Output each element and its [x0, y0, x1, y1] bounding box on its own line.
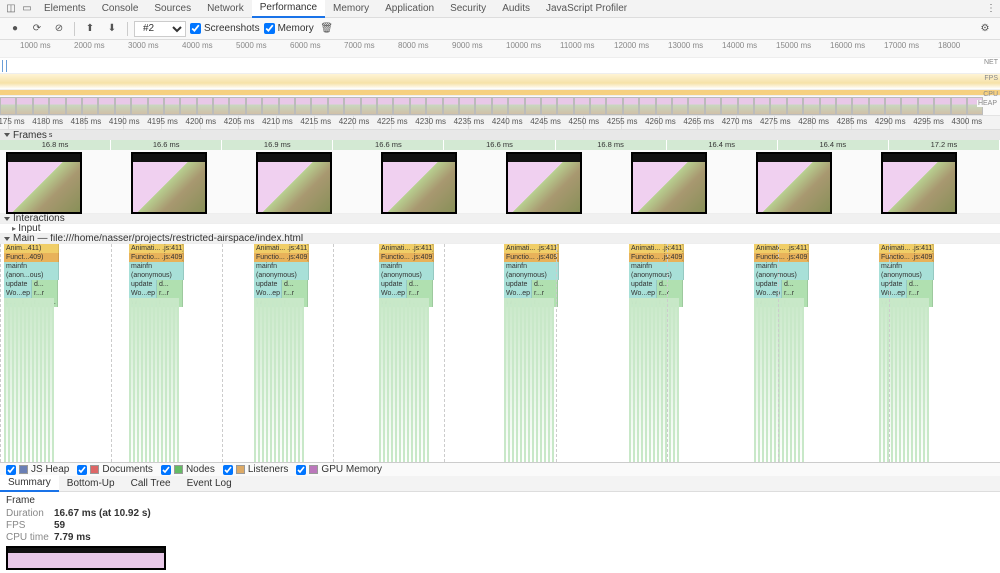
save-button[interactable]: ⬇ — [103, 20, 121, 38]
net-strip[interactable]: NET — [0, 58, 1000, 74]
devtools-tabs: ◫ ▭ Elements Console Sources Network Per… — [0, 0, 1000, 18]
legend-listeners[interactable]: Listeners — [223, 464, 289, 475]
recording-select[interactable]: #2 — [134, 21, 186, 37]
summary-title: Frame — [6, 495, 994, 506]
memory-legend: JS Heap Documents Nodes Listeners GPU Me… — [0, 462, 1000, 476]
legend-nodes[interactable]: Nodes — [161, 464, 215, 475]
tab-application[interactable]: Application — [377, 0, 442, 17]
summary-panel: Frame Duration16.67 ms (at 10.92 s) FPS5… — [0, 492, 1000, 573]
tab-performance[interactable]: Performance — [252, 0, 325, 18]
tab-jsprofiler[interactable]: JavaScript Profiler — [538, 0, 635, 17]
fps-strip[interactable]: FPS — [0, 74, 1000, 90]
screenshots-checkbox[interactable]: Screenshots — [190, 23, 260, 34]
overview-filmstrip[interactable]: HEAP — [0, 96, 1000, 116]
perf-toolbar: ● ⟳ ⊘ ⬆ ⬇ #2 Screenshots Memory 🗑 ⚙ — [0, 18, 1000, 40]
tab-eventlog[interactable]: Event Log — [179, 476, 240, 491]
summary-thumb — [6, 546, 166, 570]
legend-documents[interactable]: Documents — [77, 464, 153, 475]
input-row: ▸ Input — [0, 224, 1000, 234]
main-header[interactable]: Main — file:///home/nasser/projects/rest… — [0, 234, 1000, 244]
tab-elements[interactable]: Elements — [36, 0, 94, 17]
legend-js-heap[interactable]: JS Heap — [6, 464, 69, 475]
inspect-icon[interactable]: ◫ — [4, 2, 18, 16]
clear-button[interactable]: ⊘ — [50, 20, 68, 38]
flame-chart[interactable]: Anim...411)Funct...409)mainfn(anon...ous… — [0, 244, 1000, 462]
frames-header[interactable]: Frames s — [0, 130, 1000, 140]
settings-icon[interactable]: ⚙ — [976, 20, 994, 38]
detail-ruler[interactable]: 4175 ms4180 ms4185 ms4190 ms4195 ms4200 … — [0, 116, 1000, 130]
tab-bottomup[interactable]: Bottom-Up — [59, 476, 123, 491]
legend-gpu-memory[interactable]: GPU Memory — [296, 464, 382, 475]
tab-security[interactable]: Security — [442, 0, 494, 17]
overview-ruler[interactable]: 1000 ms2000 ms3000 ms4000 ms5000 ms6000 … — [0, 40, 1000, 58]
tab-memory[interactable]: Memory — [325, 0, 377, 17]
tab-summary[interactable]: Summary — [0, 475, 59, 492]
frames-row[interactable]: 16.8 ms16.6 ms16.9 ms16.6 ms16.6 ms16.8 … — [0, 140, 1000, 214]
gc-button[interactable]: 🗑 — [318, 20, 336, 38]
tab-calltree[interactable]: Call Tree — [123, 476, 179, 491]
more-icon[interactable]: ⋮ — [984, 2, 998, 16]
device-icon[interactable]: ▭ — [20, 2, 34, 16]
interactions-header[interactable]: Interactions — [0, 214, 1000, 224]
tab-audits[interactable]: Audits — [494, 0, 538, 17]
load-button[interactable]: ⬆ — [81, 20, 99, 38]
tab-network[interactable]: Network — [199, 0, 252, 17]
bottom-tabs: Summary Bottom-Up Call Tree Event Log — [0, 476, 1000, 492]
reload-button[interactable]: ⟳ — [28, 20, 46, 38]
memory-checkbox[interactable]: Memory — [264, 23, 314, 34]
tab-console[interactable]: Console — [94, 0, 147, 17]
record-button[interactable]: ● — [6, 20, 24, 38]
tab-sources[interactable]: Sources — [146, 0, 199, 17]
